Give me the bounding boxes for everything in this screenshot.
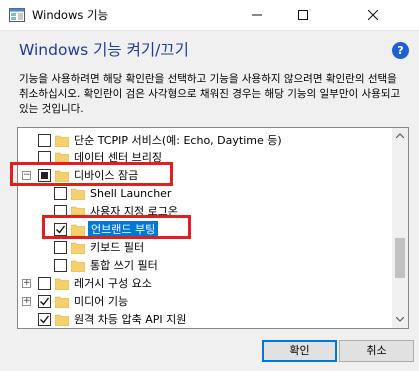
tree-item-label: 레거시 구성 요소 [74, 277, 152, 290]
tree-item-unified-write-filter[interactable]: 통합 쓰기 필터 [18, 257, 393, 275]
tree-item-label: 통합 쓰기 필터 [90, 259, 158, 272]
tree-item-label: 원격 차등 압축 API 지원 [74, 313, 187, 326]
tree-item-keyboard-filter[interactable]: 키보드 필터 [18, 239, 393, 257]
highlight-device-lockdown [10, 162, 173, 186]
tree-item-simple-tcpip[interactable]: 단순 TCPIP 서비스(예: Echo, Daytime 등) [18, 132, 393, 150]
tree-item-label: Shell Launcher [90, 187, 172, 200]
checkbox[interactable] [38, 277, 51, 290]
description-text: 기능을 사용하려면 해당 확인란을 선택하고 기능을 사용하지 않으려면 확인란… [19, 73, 401, 115]
tree-item-label: 키보드 필터 [90, 241, 145, 254]
maximize-icon [298, 10, 308, 20]
title-bar: Windows 기능 [0, 0, 419, 31]
checkbox-checked[interactable] [38, 295, 51, 308]
folder-icon [55, 296, 69, 308]
cancel-button[interactable]: 취소 [339, 340, 414, 362]
folder-icon [71, 188, 85, 200]
minimize-button[interactable] [234, 0, 280, 30]
checkbox-checked[interactable] [38, 313, 51, 326]
folder-icon [55, 135, 69, 147]
checkmark-icon [40, 297, 50, 306]
folder-icon [71, 242, 85, 254]
checkbox[interactable] [54, 241, 67, 254]
window-title: Windows 기능 [32, 8, 109, 22]
folder-icon [55, 314, 69, 326]
help-icon[interactable]: ? [392, 42, 409, 59]
close-icon [367, 9, 378, 21]
folder-icon [71, 260, 85, 272]
expand-icon[interactable]: + [22, 297, 31, 306]
highlight-unbranded-boot [42, 215, 191, 239]
vertical-scrollbar[interactable] [392, 128, 408, 328]
checkbox[interactable] [54, 187, 67, 200]
heading-area: Windows 기능 켜기/끄기 ? [0, 31, 419, 63]
checkbox[interactable] [38, 134, 51, 147]
minimize-icon [252, 14, 262, 16]
scroll-down-icon[interactable] [392, 312, 408, 328]
tree-item-media-features[interactable]: + 미디어 기능 [18, 293, 393, 311]
app-icon [9, 8, 25, 22]
checkbox[interactable] [54, 259, 67, 272]
tree-item-remote-differential-compression[interactable]: 원격 차등 압축 API 지원 [18, 311, 393, 328]
ok-button[interactable]: 확인 [262, 340, 337, 362]
checkmark-icon [40, 315, 50, 324]
scrollbar-thumb[interactable] [395, 238, 405, 278]
tree-item-shell-launcher[interactable]: Shell Launcher [18, 185, 393, 203]
tree-item-legacy-components[interactable]: + 레거시 구성 요소 [18, 275, 393, 293]
page-title: Windows 기능 켜기/끄기 [19, 41, 189, 59]
maximize-button[interactable] [280, 0, 326, 30]
tree-item-label: 단순 TCPIP 서비스(예: Echo, Daytime 등) [74, 134, 282, 147]
folder-icon [55, 278, 69, 290]
scroll-up-icon[interactable] [392, 128, 408, 144]
expand-icon[interactable]: + [22, 279, 31, 288]
tree-item-label: 미디어 기능 [74, 295, 129, 308]
close-button[interactable] [326, 0, 419, 30]
